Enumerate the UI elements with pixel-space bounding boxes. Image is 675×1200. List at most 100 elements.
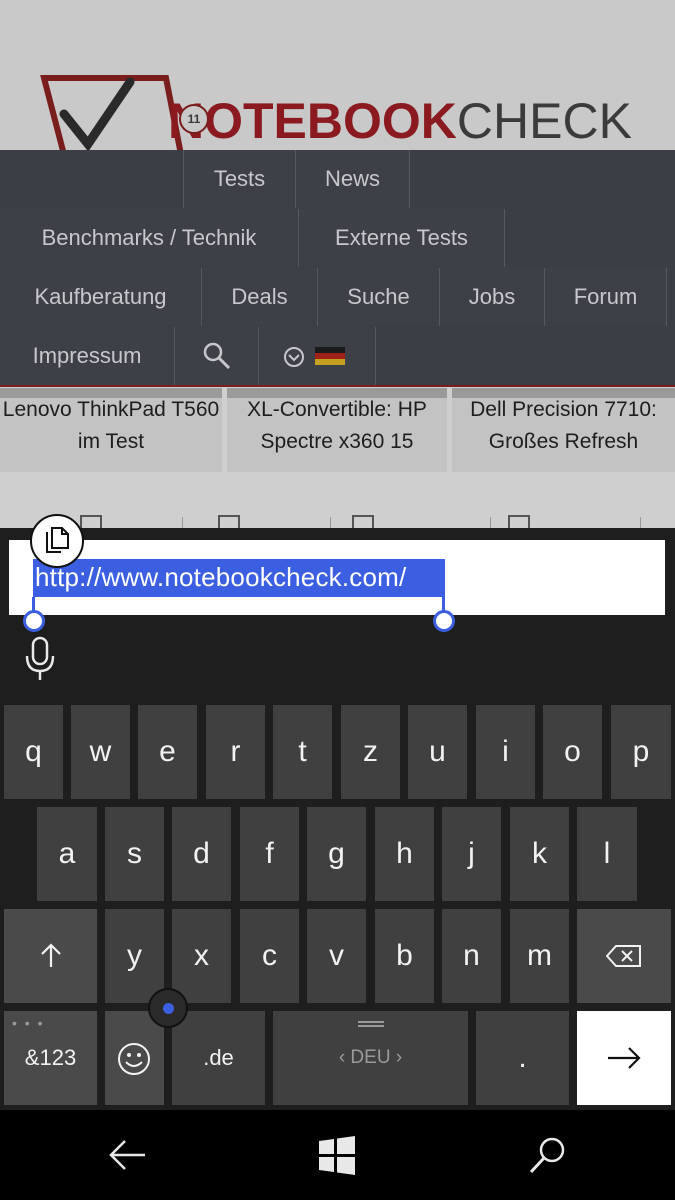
key-l[interactable]: l: [577, 807, 637, 901]
address-bar[interactable]: http://www.notebookcheck.com/: [9, 540, 665, 632]
key-label: n: [463, 939, 480, 972]
key-d[interactable]: d: [172, 807, 231, 901]
selection-handle-start[interactable]: [23, 610, 45, 632]
chevron-down-icon: [284, 347, 304, 367]
key-m[interactable]: m: [510, 909, 569, 1003]
key-label: a: [58, 837, 76, 870]
teaser-item[interactable]: Lenovo ThinkPad T560 im Test: [0, 388, 222, 472]
key-u[interactable]: u: [408, 705, 467, 799]
nav-news[interactable]: News: [296, 150, 410, 208]
emoji-smiley-icon: [118, 1043, 150, 1075]
cursor-control-knob[interactable]: [148, 988, 188, 1028]
key-label: r: [230, 735, 241, 768]
teaser-item[interactable]: XL-Convertible: HP Spectre x360 15: [227, 388, 447, 472]
key-z[interactable]: z: [341, 705, 400, 799]
key-f[interactable]: f: [240, 807, 299, 901]
teaser-item[interactable]: Dell Precision 7710: Großes Refresh: [452, 388, 675, 472]
key-label: o: [564, 735, 581, 768]
language-selector[interactable]: [259, 327, 376, 385]
filter-checkbox[interactable]: [352, 515, 374, 528]
address-bar-value[interactable]: http://www.notebookcheck.com/: [35, 562, 406, 593]
key-label: h: [396, 837, 413, 870]
symbols-key[interactable]: • • • &123: [4, 1011, 97, 1105]
teaser-strip: Lenovo ThinkPad T560 im Test XL-Converti…: [0, 388, 675, 472]
key-c[interactable]: c: [240, 909, 299, 1003]
nav-row-1: Tests News: [0, 150, 675, 209]
key-o[interactable]: o: [543, 705, 602, 799]
nav-row-2: Benchmarks / Technik Externe Tests: [0, 209, 675, 268]
nav-row-4: Impressum: [0, 327, 675, 386]
key-label: .: [518, 1041, 527, 1074]
backspace-icon: [606, 945, 641, 967]
filter-separator: [490, 517, 491, 528]
key-b[interactable]: b: [375, 909, 434, 1003]
back-arrow-icon[interactable]: [103, 1132, 153, 1178]
key-i[interactable]: i: [476, 705, 535, 799]
nav-divider: [0, 385, 675, 387]
key-w[interactable]: w: [71, 705, 130, 799]
key-label: x: [194, 939, 209, 972]
key-q[interactable]: q: [4, 705, 63, 799]
nav-forum[interactable]: Forum: [545, 268, 667, 326]
key-k[interactable]: k: [510, 807, 569, 901]
german-flag-icon: [315, 347, 345, 365]
shift-key[interactable]: [4, 909, 97, 1003]
language-label: ‹ DEU ›: [338, 1047, 403, 1068]
nav-benchmarks[interactable]: Benchmarks / Technik: [0, 209, 299, 267]
key-label: f: [265, 837, 274, 870]
filter-checkbox[interactable]: [508, 515, 530, 528]
key-s[interactable]: s: [105, 807, 164, 901]
key-label: p: [632, 735, 650, 768]
key-r[interactable]: r: [206, 705, 265, 799]
space-key[interactable]: ‹ DEU ›: [273, 1011, 468, 1105]
selection-handle-end[interactable]: [433, 610, 455, 632]
domain-key[interactable]: .de: [172, 1011, 265, 1105]
windows-start-icon[interactable]: [312, 1132, 362, 1178]
key-label: k: [532, 837, 547, 870]
key-t[interactable]: t: [273, 705, 332, 799]
enter-key[interactable]: [577, 1011, 671, 1105]
system-navigation-bar: [0, 1110, 675, 1200]
drag-handle-icon: [358, 1021, 384, 1027]
key-p[interactable]: p: [611, 705, 671, 799]
search-icon[interactable]: [523, 1132, 573, 1178]
filter-checkbox[interactable]: [80, 515, 102, 528]
key-label: l: [603, 837, 611, 870]
copy-button[interactable]: [30, 514, 84, 568]
nav-deals[interactable]: Deals: [202, 268, 318, 326]
backspace-key[interactable]: [577, 909, 671, 1003]
key-x[interactable]: x: [172, 909, 231, 1003]
filter-checkbox[interactable]: [218, 515, 240, 528]
anniversary-badge: 11: [179, 104, 209, 134]
nav-kaufberatung[interactable]: Kaufberatung: [0, 268, 202, 326]
key-y[interactable]: y: [105, 909, 164, 1003]
filter-checkboxes: [0, 505, 675, 528]
key-n[interactable]: n: [442, 909, 501, 1003]
nav-jobs[interactable]: Jobs: [440, 268, 545, 326]
filter-separator: [182, 517, 183, 528]
web-page: NOTEBOOKCHECK 11 Tests News Benchmarks /…: [0, 0, 675, 528]
key-h[interactable]: h: [375, 807, 434, 901]
nav-impressum[interactable]: Impressum: [0, 327, 175, 385]
key-label: .de: [203, 1045, 234, 1070]
nav-tests[interactable]: Tests: [183, 150, 296, 208]
site-navigation: Tests News Benchmarks / Technik Externe …: [0, 150, 675, 386]
nav-search-button[interactable]: [175, 327, 259, 385]
key-label: i: [502, 735, 509, 768]
key-g[interactable]: g: [307, 807, 366, 901]
microphone-icon[interactable]: [22, 636, 58, 682]
teaser-title: XL-Convertible: HP Spectre x360 15: [247, 398, 427, 453]
emoji-key[interactable]: [105, 1011, 164, 1105]
period-key[interactable]: .: [476, 1011, 569, 1105]
nav-row-3: Kaufberatung Deals Suche Jobs Forum: [0, 268, 675, 327]
nav-externe-tests[interactable]: Externe Tests: [299, 209, 505, 267]
key-label: z: [363, 735, 378, 768]
key-label: v: [329, 939, 344, 972]
nav-suche[interactable]: Suche: [318, 268, 440, 326]
key-a[interactable]: a: [37, 807, 97, 901]
key-j[interactable]: j: [442, 807, 501, 901]
key-e[interactable]: e: [138, 705, 197, 799]
key-v[interactable]: v: [307, 909, 366, 1003]
logo-text-check: CHECK: [456, 93, 632, 149]
filter-separator: [640, 517, 641, 528]
